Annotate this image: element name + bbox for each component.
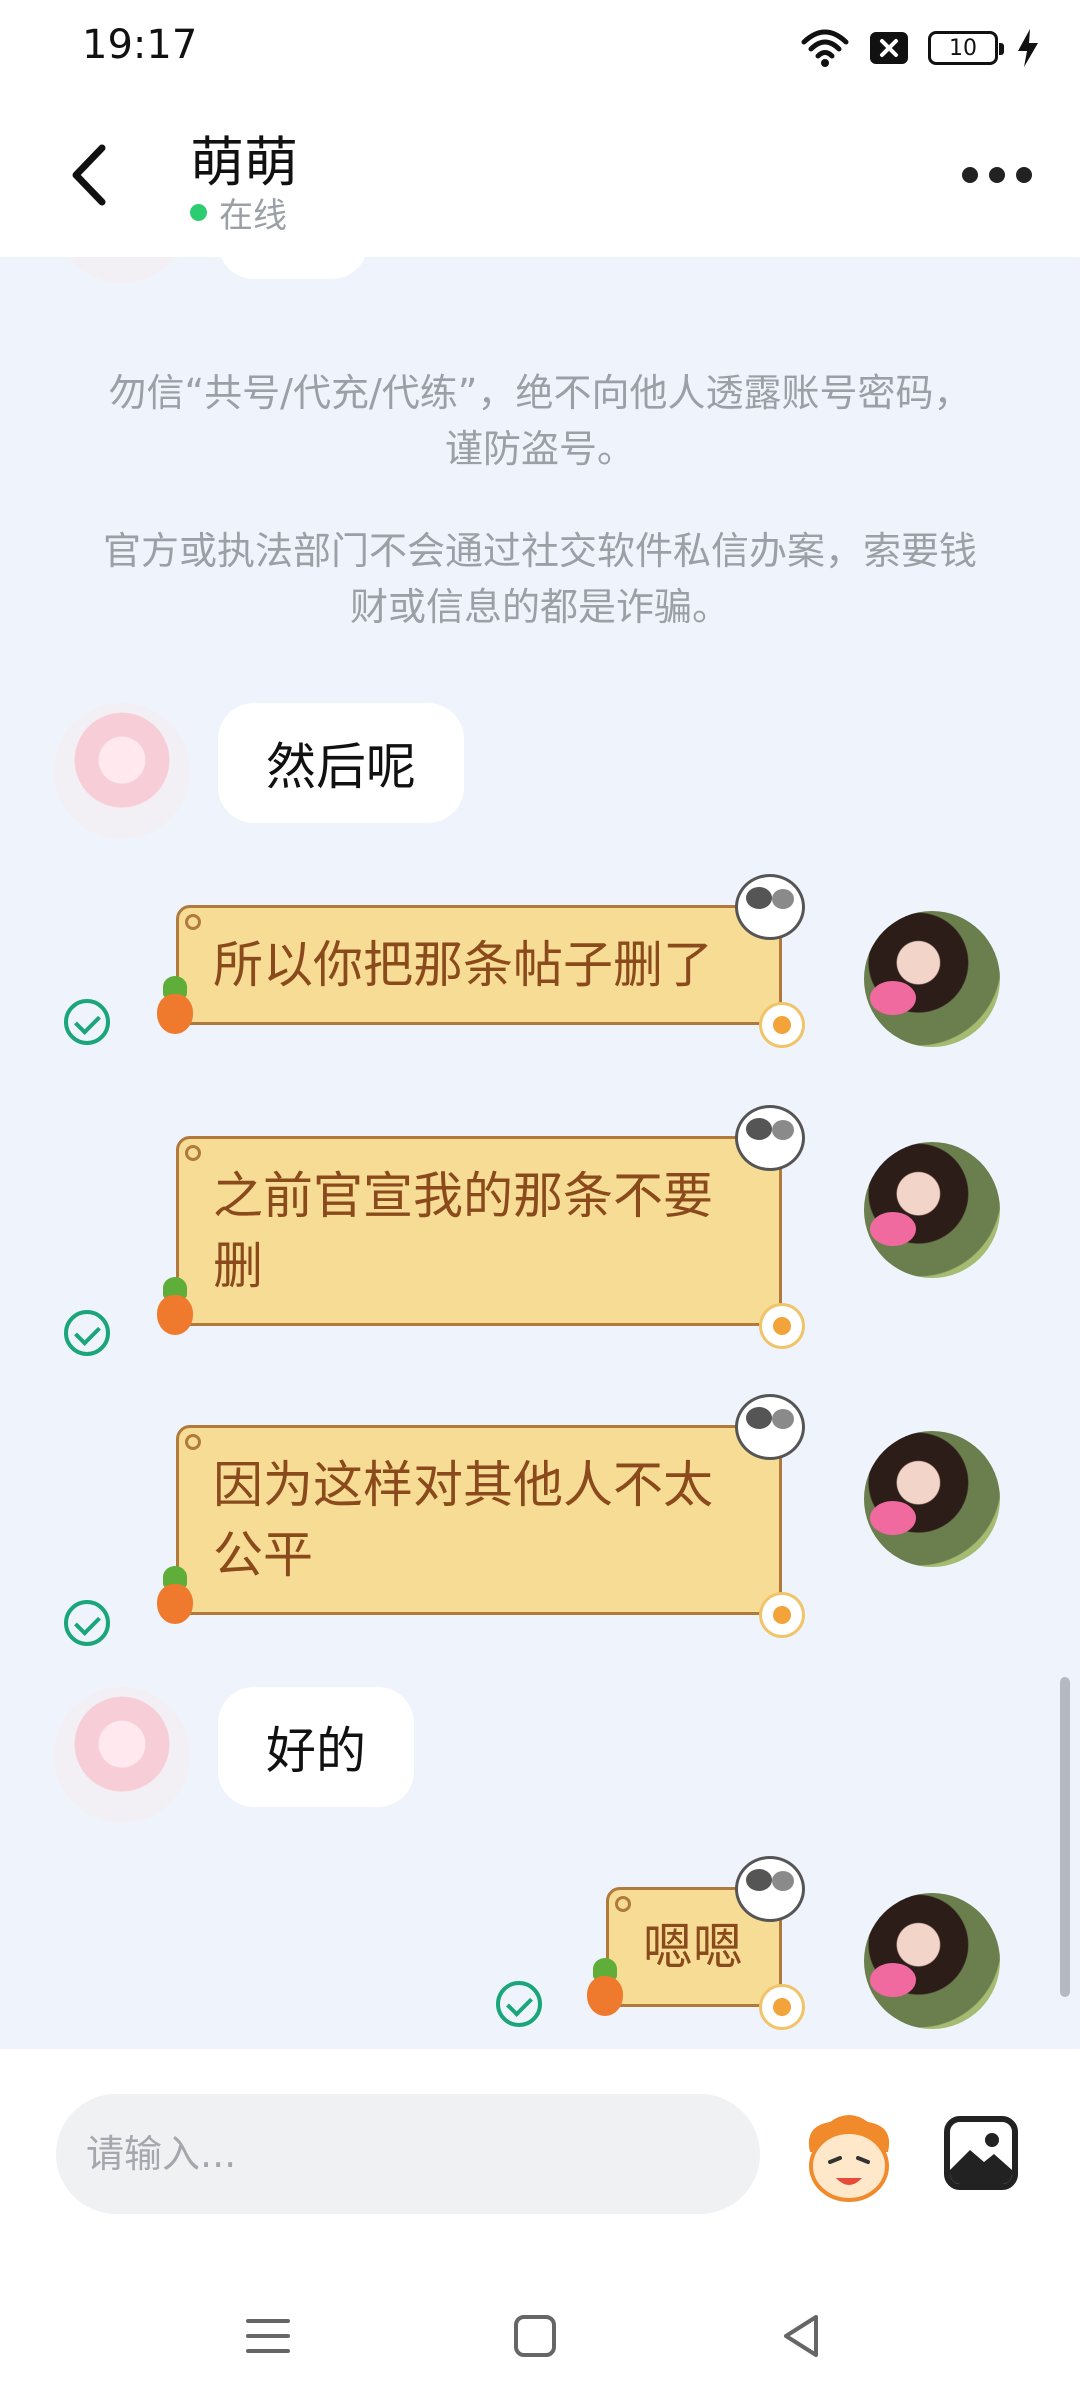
my-avatar[interactable]	[864, 1431, 1000, 1567]
system-nav-bar	[0, 2269, 1080, 2408]
sent-check-icon	[64, 1310, 110, 1356]
contact-avatar[interactable]	[54, 703, 190, 839]
message-text: 所以你把那条帖子删了	[213, 936, 713, 994]
carrot-sticker-icon	[583, 1958, 627, 2016]
message-bubble-outgoing[interactable]: 嗯嗯	[587, 1856, 805, 2030]
battery-icon: 10	[928, 31, 1004, 65]
pin-icon	[615, 1896, 631, 1912]
egg-sticker-icon	[759, 1984, 805, 2030]
egg-sticker-icon	[759, 1002, 805, 1048]
home-icon[interactable]	[505, 2311, 565, 2361]
message-input[interactable]	[56, 2094, 760, 2214]
cat-sticker-icon	[735, 1856, 805, 1922]
contact-avatar[interactable]	[54, 1687, 190, 1823]
scrollbar[interactable]	[1060, 1677, 1070, 1997]
online-status-label: 在线	[219, 196, 287, 236]
security-notice: 勿信“共号/代充/代练”，绝不向他人透露账号密码，谨防盗号。	[108, 371, 972, 471]
cat-sticker-icon	[735, 1394, 805, 1460]
pin-icon	[185, 1145, 201, 1161]
charging-icon	[1018, 29, 1038, 67]
carrot-sticker-icon	[153, 1566, 197, 1624]
previous-message-bubble[interactable]	[218, 257, 368, 279]
sent-check-icon	[64, 1600, 110, 1646]
more-options-icon[interactable]	[962, 158, 1032, 192]
message-text: 好的	[266, 1722, 366, 1780]
back-nav-icon[interactable]	[772, 2311, 832, 2361]
online-status: 在线	[190, 188, 287, 237]
sent-check-icon	[496, 1981, 542, 2027]
message-text: 嗯嗯	[643, 1918, 743, 1976]
fraud-notice: 官方或执法部门不会通过社交软件私信办案，索要钱财或信息的都是诈骗。	[102, 529, 977, 629]
carrot-sticker-icon	[153, 976, 197, 1034]
my-avatar[interactable]	[864, 1893, 1000, 2029]
app-header: 19:17 10 萌萌 在线	[0, 0, 1080, 257]
message-bubble-incoming[interactable]: 好的	[218, 1687, 414, 1807]
contact-name: 萌萌	[190, 131, 298, 194]
sent-check-icon	[64, 999, 110, 1045]
input-bar	[0, 2049, 1080, 2269]
emoji-button-icon[interactable]	[800, 2112, 898, 2204]
pin-icon	[185, 914, 201, 930]
status-time: 19:17	[82, 22, 198, 68]
message-bubble-incoming[interactable]: 然后呢	[218, 703, 464, 823]
egg-sticker-icon	[759, 1303, 805, 1349]
sim-blocked-icon	[870, 32, 908, 64]
message-text: 因为这样对其他人不太公平	[213, 1456, 713, 1584]
egg-sticker-icon	[759, 1592, 805, 1638]
cat-sticker-icon	[735, 874, 805, 940]
status-icons: 10	[800, 22, 1040, 74]
carrot-sticker-icon	[153, 1277, 197, 1335]
chat-area[interactable]: 勿信“共号/代充/代练”，绝不向他人透露账号密码，谨防盗号。 官方或执法部门不会…	[0, 257, 1080, 2049]
back-icon[interactable]	[62, 140, 118, 210]
image-button-icon[interactable]	[944, 2116, 1018, 2190]
online-dot-icon	[190, 204, 207, 221]
my-avatar[interactable]	[864, 911, 1000, 1047]
message-bubble-outgoing[interactable]: 所以你把那条帖子删了	[157, 874, 805, 1048]
my-avatar[interactable]	[864, 1142, 1000, 1278]
wifi-icon	[801, 29, 849, 67]
message-bubble-outgoing[interactable]: 之前官宣我的那条不要删	[157, 1105, 805, 1349]
message-text: 然后呢	[266, 738, 416, 796]
pin-icon	[185, 1434, 201, 1450]
menu-icon[interactable]	[238, 2311, 298, 2361]
message-text: 之前官宣我的那条不要删	[213, 1167, 713, 1295]
message-bubble-outgoing[interactable]: 因为这样对其他人不太公平	[157, 1394, 805, 1638]
contact-avatar[interactable]	[54, 257, 190, 283]
cat-sticker-icon	[735, 1105, 805, 1171]
